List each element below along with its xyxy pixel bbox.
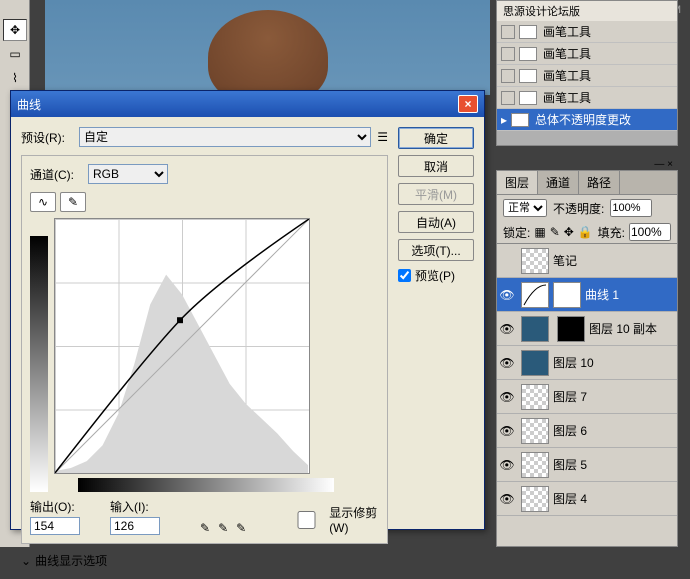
layer-row[interactable]: 👁 图层 7 bbox=[497, 380, 677, 414]
layer-mask[interactable] bbox=[553, 282, 581, 308]
visibility-icon[interactable]: 👁 bbox=[497, 288, 517, 302]
visibility-icon[interactable]: 👁 bbox=[497, 492, 517, 506]
curve-tool-pencil[interactable]: ✎ bbox=[60, 192, 86, 212]
layer-name: 图层 4 bbox=[553, 490, 587, 507]
curves-thumb-icon bbox=[521, 282, 549, 308]
preset-label: 预设(R): bbox=[21, 129, 73, 146]
black-point-eyedropper[interactable]: ✎ bbox=[200, 521, 210, 535]
opacity-label: 不透明度: bbox=[553, 200, 604, 217]
history-item-selected[interactable]: ▸总体不透明度更改 bbox=[497, 109, 677, 131]
show-clipping-checkbox[interactable] bbox=[288, 511, 325, 529]
history-item[interactable]: 画笔工具 bbox=[497, 21, 677, 43]
layer-row[interactable]: 👁 图层 6 bbox=[497, 414, 677, 448]
layer-name: 图层 7 bbox=[553, 388, 587, 405]
history-panel: 思源设计论坛版 画笔工具 画笔工具 画笔工具 画笔工具 ▸总体不透明度更改 bbox=[496, 0, 678, 146]
history-label: 画笔工具 bbox=[543, 23, 591, 40]
history-title: 思源设计论坛版 bbox=[497, 1, 677, 21]
lock-all-icon[interactable]: 🔒 bbox=[578, 225, 593, 239]
curve-line bbox=[55, 219, 309, 473]
input-gradient bbox=[78, 478, 334, 492]
history-item[interactable]: 画笔工具 bbox=[497, 87, 677, 109]
document-canvas[interactable] bbox=[45, 0, 490, 95]
visibility-icon[interactable]: 👁 bbox=[497, 390, 517, 404]
move-tool[interactable]: ✥ bbox=[3, 19, 27, 41]
input-label: 输入(I): bbox=[110, 498, 160, 515]
output-gradient bbox=[30, 236, 48, 492]
fill-input[interactable] bbox=[629, 223, 671, 241]
lasso-tool[interactable]: ⌇ bbox=[3, 67, 27, 89]
preview-label: 预览(P) bbox=[415, 267, 455, 284]
visibility-icon[interactable]: 👁 bbox=[497, 322, 517, 336]
history-label: 画笔工具 bbox=[543, 45, 591, 62]
layer-row[interactable]: 👁 图层 4 bbox=[497, 482, 677, 516]
layers-panel: — × 图层 通道 路径 正常 不透明度: 锁定: ▦ ✎ ✥ 🔒 填充: 笔记… bbox=[496, 170, 678, 547]
history-label: 画笔工具 bbox=[543, 89, 591, 106]
history-item[interactable]: 画笔工具 bbox=[497, 43, 677, 65]
show-clipping-label: 显示修剪(W) bbox=[329, 504, 379, 535]
visibility-icon[interactable]: 👁 bbox=[497, 356, 517, 370]
smooth-button: 平滑(M) bbox=[398, 183, 474, 205]
opacity-input[interactable] bbox=[610, 199, 652, 217]
ok-button[interactable]: 确定 bbox=[398, 127, 474, 149]
dialog-title: 曲线 bbox=[17, 96, 41, 113]
visibility-icon[interactable]: 👁 bbox=[497, 424, 517, 438]
layer-row[interactable]: 👁 图层 10 副本 bbox=[497, 312, 677, 346]
layer-name: 笔记 bbox=[553, 252, 577, 269]
channel-select[interactable]: RGB bbox=[88, 164, 168, 184]
preset-menu-icon[interactable]: ☰ bbox=[377, 130, 388, 144]
channel-label: 通道(C): bbox=[30, 166, 82, 183]
layer-name: 图层 10 bbox=[553, 354, 594, 371]
tab-paths[interactable]: 路径 bbox=[579, 171, 620, 194]
layer-row[interactable]: 👁 图层 10 bbox=[497, 346, 677, 380]
history-label: 总体不透明度更改 bbox=[535, 111, 631, 128]
history-label: 画笔工具 bbox=[543, 67, 591, 84]
output-input[interactable] bbox=[30, 517, 80, 535]
layer-name: 图层 5 bbox=[553, 456, 587, 473]
lock-pixels-icon[interactable]: ✎ bbox=[550, 225, 560, 239]
history-footer bbox=[497, 131, 677, 145]
cancel-button[interactable]: 取消 bbox=[398, 155, 474, 177]
preset-select[interactable]: 自定 bbox=[79, 127, 371, 147]
minimize-icon[interactable]: — × bbox=[654, 159, 673, 170]
panel-tabs: 图层 通道 路径 bbox=[497, 171, 677, 195]
layer-name: 图层 10 副本 bbox=[589, 320, 657, 337]
blend-mode-select[interactable]: 正常 bbox=[503, 199, 547, 217]
show-options-label: 曲线显示选项 bbox=[35, 552, 107, 569]
lock-transparency-icon[interactable]: ▦ bbox=[534, 225, 545, 239]
dialog-titlebar[interactable]: 曲线 × bbox=[11, 91, 484, 117]
layer-name: 曲线 1 bbox=[585, 286, 619, 303]
history-item[interactable]: 画笔工具 bbox=[497, 65, 677, 87]
curves-graph[interactable] bbox=[54, 218, 310, 474]
lock-label: 锁定: bbox=[503, 224, 530, 241]
curve-tool-spline[interactable]: ∿ bbox=[30, 192, 56, 212]
lock-position-icon[interactable]: ✥ bbox=[564, 225, 574, 239]
auto-button[interactable]: 自动(A) bbox=[398, 211, 474, 233]
white-point-eyedropper[interactable]: ✎ bbox=[236, 521, 246, 535]
close-button[interactable]: × bbox=[458, 95, 478, 113]
layer-row[interactable]: 👁 图层 5 bbox=[497, 448, 677, 482]
tab-channels[interactable]: 通道 bbox=[538, 171, 579, 194]
layer-row-selected[interactable]: 👁 曲线 1 bbox=[497, 278, 677, 312]
gray-point-eyedropper[interactable]: ✎ bbox=[218, 521, 228, 535]
visibility-icon[interactable]: 👁 bbox=[497, 458, 517, 472]
curves-dialog: 曲线 × 预设(R): 自定 ☰ 通道(C): RGB ∿ ✎ bbox=[10, 90, 485, 530]
layer-name: 图层 6 bbox=[553, 422, 587, 439]
tab-layers[interactable]: 图层 bbox=[497, 171, 538, 194]
fill-label: 填充: bbox=[598, 224, 625, 241]
options-button[interactable]: 选项(T)... bbox=[398, 239, 474, 261]
layer-row[interactable]: 笔记 bbox=[497, 244, 677, 278]
marquee-tool[interactable]: ▭ bbox=[3, 43, 27, 65]
output-label: 输出(O): bbox=[30, 498, 80, 515]
layers-list: 笔记 👁 曲线 1 👁 图层 10 副本 👁 图层 10 👁 图层 7 👁 图层 6 👁 图… bbox=[497, 244, 677, 546]
preview-checkbox[interactable] bbox=[398, 269, 411, 282]
expand-icon[interactable]: ⌄ bbox=[21, 554, 31, 568]
input-input[interactable] bbox=[110, 517, 160, 535]
